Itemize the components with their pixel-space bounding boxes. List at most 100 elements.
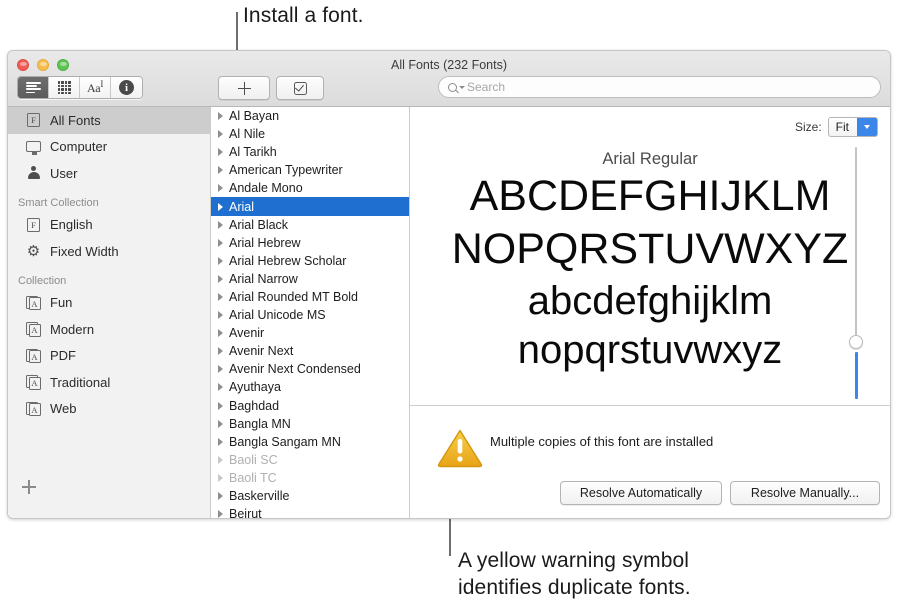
list-view-icon	[26, 82, 41, 93]
list-item-disabled[interactable]: Baoli TC	[211, 469, 409, 487]
list-item[interactable]: Avenir Next	[211, 342, 409, 360]
font-book-window: All Fonts (232 Fonts) AaI	[7, 50, 891, 519]
collection-icon: A	[25, 321, 42, 337]
disclosure-triangle-icon[interactable]	[218, 474, 223, 482]
segment-sample-text[interactable]: AaI	[80, 77, 111, 98]
chevron-down-icon[interactable]	[857, 118, 877, 136]
sidebar-item-label: Fun	[50, 295, 72, 310]
list-item[interactable]: Avenir Next Condensed	[211, 360, 409, 378]
disclosure-triangle-icon[interactable]	[218, 166, 223, 174]
disclosure-triangle-icon[interactable]	[218, 293, 223, 301]
list-item[interactable]: Andale Mono	[211, 179, 409, 197]
list-item[interactable]: Bangla Sangam MN	[211, 433, 409, 451]
preview-sample-line: ABCDEFGHIJKLM	[410, 172, 890, 221]
resolve-automatically-button[interactable]: Resolve Automatically	[560, 481, 722, 505]
list-item[interactable]: Baghdad	[211, 397, 409, 415]
disclosure-triangle-icon[interactable]	[218, 184, 223, 192]
list-item[interactable]: Al Bayan	[211, 107, 409, 125]
view-mode-segmented-control[interactable]: AaI i	[17, 76, 143, 99]
sidebar-item-label: All Fonts	[50, 113, 101, 128]
add-collection-button[interactable]	[22, 480, 36, 494]
search-field[interactable]: Search	[438, 76, 881, 98]
preview-sample-line: NOPQRSTUVWXYZ	[410, 225, 890, 274]
chevron-down-icon[interactable]	[459, 86, 465, 89]
disclosure-triangle-icon[interactable]	[218, 257, 223, 265]
disclosure-triangle-icon[interactable]	[218, 402, 223, 410]
disclosure-triangle-icon[interactable]	[218, 347, 223, 355]
list-item-disabled[interactable]: Baoli SC	[211, 451, 409, 469]
font-family-name: Andale Mono	[229, 181, 303, 195]
size-control: Size: Fit	[795, 117, 878, 137]
sidebar-item-fun[interactable]: A Fun	[8, 290, 210, 317]
sidebar-item-user[interactable]: User	[8, 160, 210, 187]
disclosure-triangle-icon[interactable]	[218, 438, 223, 446]
list-item[interactable]: Arial Hebrew Scholar	[211, 252, 409, 270]
gear-icon: ⚙	[25, 243, 42, 259]
list-item[interactable]: Arial Narrow	[211, 270, 409, 288]
list-item[interactable]: Arial Rounded MT Bold	[211, 288, 409, 306]
list-item[interactable]: Arial Unicode MS	[211, 306, 409, 324]
disclosure-triangle-icon[interactable]	[218, 239, 223, 247]
disclosure-triangle-icon[interactable]	[218, 420, 223, 428]
warning-triangle-icon	[437, 428, 483, 468]
disclosure-triangle-icon[interactable]	[218, 510, 223, 518]
font-family-name: Avenir	[229, 326, 264, 340]
font-family-name: Arial Black	[229, 218, 288, 232]
size-popup-button[interactable]: Fit	[828, 117, 878, 137]
warning-message: Multiple copies of this font are install…	[490, 434, 713, 449]
validate-font-button[interactable]	[276, 76, 324, 100]
segment-list-view[interactable]	[18, 77, 49, 98]
font-family-name: Arial	[229, 200, 254, 214]
list-item[interactable]: Baskerville	[211, 487, 409, 505]
font-list[interactable]: Al Bayan Al Nile Al Tarikh American Type…	[211, 107, 410, 518]
list-item[interactable]: Arial Hebrew	[211, 234, 409, 252]
segment-info[interactable]: i	[111, 77, 142, 98]
resolve-manually-button[interactable]: Resolve Manually...	[730, 481, 880, 505]
add-font-button[interactable]	[218, 76, 270, 100]
font-family-name: Arial Unicode MS	[229, 308, 326, 322]
disclosure-triangle-icon[interactable]	[218, 203, 223, 211]
list-item[interactable]: Ayuthaya	[211, 378, 409, 396]
sidebar-item-pdf[interactable]: A PDF	[8, 343, 210, 370]
disclosure-triangle-icon[interactable]	[218, 112, 223, 120]
font-family-name: Arial Narrow	[229, 272, 298, 286]
disclosure-triangle-icon[interactable]	[218, 148, 223, 156]
list-item[interactable]: Al Nile	[211, 125, 409, 143]
sidebar-item-label: Fixed Width	[50, 244, 119, 259]
disclosure-triangle-icon[interactable]	[218, 365, 223, 373]
sidebar-item-web[interactable]: A Web	[8, 396, 210, 423]
list-item[interactable]: Arial Black	[211, 216, 409, 234]
segment-grid-view[interactable]	[49, 77, 80, 98]
list-item[interactable]: Beirut	[211, 505, 409, 518]
sidebar-item-label: PDF	[50, 348, 76, 363]
disclosure-triangle-icon[interactable]	[218, 492, 223, 500]
font-family-name: Avenir Next	[229, 344, 293, 358]
font-family-name: Bangla MN	[229, 417, 291, 431]
disclosure-triangle-icon[interactable]	[218, 130, 223, 138]
list-item-selected[interactable]: Arial	[211, 197, 409, 215]
font-family-name: Bangla Sangam MN	[229, 435, 341, 449]
sidebar-item-modern[interactable]: A Modern	[8, 316, 210, 343]
disclosure-triangle-icon[interactable]	[218, 456, 223, 464]
sidebar-item-traditional[interactable]: A Traditional	[8, 369, 210, 396]
disclosure-triangle-icon[interactable]	[218, 275, 223, 283]
disclosure-triangle-icon[interactable]	[218, 221, 223, 229]
sidebar-item-english[interactable]: F English	[8, 212, 210, 239]
font-family-name: Baghdad	[229, 399, 279, 413]
font-family-name: Avenir Next Condensed	[229, 362, 361, 376]
disclosure-triangle-icon[interactable]	[218, 383, 223, 391]
list-item[interactable]: American Typewriter	[211, 161, 409, 179]
disclosure-triangle-icon[interactable]	[218, 311, 223, 319]
sidebar-item-fixed-width[interactable]: ⚙ Fixed Width	[8, 238, 210, 265]
window-body: F All Fonts Computer User Smart Collecti…	[8, 107, 890, 518]
sidebar-item-label: User	[50, 166, 77, 181]
sidebar-item-all-fonts[interactable]: F All Fonts	[8, 107, 210, 134]
sidebar-header-collection: Collection	[8, 265, 210, 290]
info-icon: i	[119, 80, 134, 95]
disclosure-triangle-icon[interactable]	[218, 329, 223, 337]
list-item[interactable]: Bangla MN	[211, 415, 409, 433]
list-item[interactable]: Avenir	[211, 324, 409, 342]
preview-font-name: Arial Regular	[410, 150, 890, 169]
sidebar-item-computer[interactable]: Computer	[8, 134, 210, 161]
list-item[interactable]: Al Tarikh	[211, 143, 409, 161]
